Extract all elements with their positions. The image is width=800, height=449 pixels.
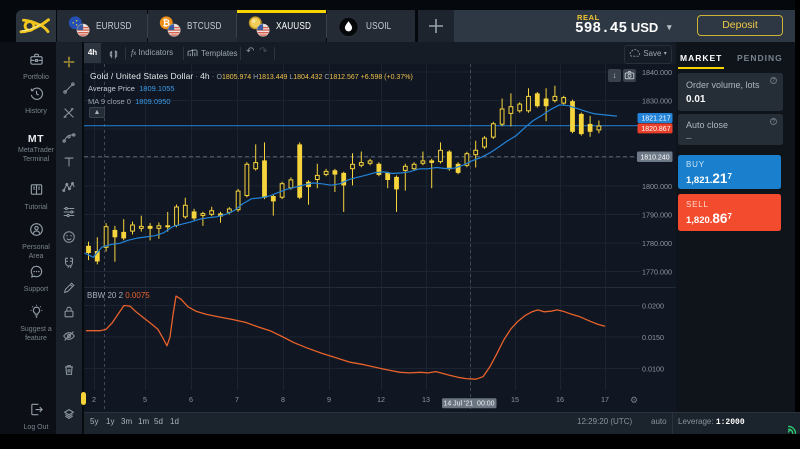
svg-text:1780.000: 1780.000 — [642, 239, 672, 248]
svg-text:0.0100: 0.0100 — [642, 364, 664, 373]
svg-text:1830.000: 1830.000 — [642, 96, 672, 105]
svg-text:2: 2 — [92, 395, 96, 404]
svg-text:1840.000: 1840.000 — [642, 68, 672, 77]
svg-text:7: 7 — [235, 395, 239, 404]
svg-text:5: 5 — [143, 395, 147, 404]
svg-text:1820.867: 1820.867 — [641, 126, 670, 133]
svg-text:6: 6 — [189, 395, 193, 404]
svg-text:0.0200: 0.0200 — [642, 301, 664, 310]
svg-text:8: 8 — [281, 395, 285, 404]
svg-text:12: 12 — [377, 395, 385, 404]
svg-text:16: 16 — [556, 395, 564, 404]
svg-text:9: 9 — [327, 395, 331, 404]
svg-text:15: 15 — [511, 395, 519, 404]
svg-text:1770.000: 1770.000 — [642, 267, 672, 276]
svg-text:14 Jul '21 00:00: 14 Jul '21 00:00 — [443, 401, 494, 408]
svg-text:1821.217: 1821.217 — [641, 116, 670, 123]
svg-text:1800.000: 1800.000 — [642, 182, 672, 191]
svg-text:⚙: ⚙ — [630, 395, 638, 405]
svg-text:0.0150: 0.0150 — [642, 333, 664, 342]
svg-text:1810.240: 1810.240 — [640, 154, 669, 161]
svg-text:13: 13 — [422, 395, 430, 404]
svg-text:1790.000: 1790.000 — [642, 210, 672, 219]
svg-text:17: 17 — [601, 395, 609, 404]
